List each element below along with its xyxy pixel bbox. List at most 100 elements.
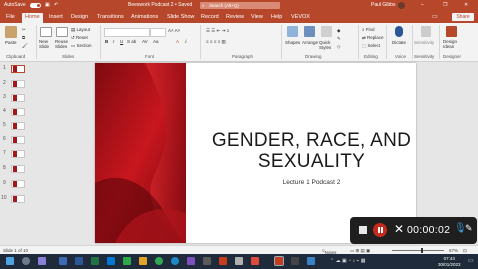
arrange-button[interactable]: Arrange bbox=[302, 40, 318, 45]
layout-button[interactable]: ▤ Layout bbox=[71, 27, 90, 33]
notes-button[interactable]: ≡ Notes bbox=[322, 248, 336, 255]
font-size-field[interactable] bbox=[150, 28, 166, 37]
onenote-icon[interactable] bbox=[187, 257, 195, 265]
find-button[interactable]: ⌕ Find bbox=[362, 27, 375, 32]
tab-animations[interactable]: Animations bbox=[131, 14, 158, 20]
chrome-icon[interactable] bbox=[155, 257, 163, 265]
shapes-button[interactable]: Shapes bbox=[285, 40, 300, 45]
slide-thumbnail[interactable] bbox=[11, 94, 25, 102]
slide-thumbnail[interactable] bbox=[11, 122, 25, 130]
slide-thumbnail[interactable] bbox=[11, 65, 25, 73]
clock[interactable]: 07:43 30/01/2023 bbox=[438, 256, 461, 267]
paste-button[interactable]: Paste bbox=[5, 40, 17, 45]
slide-thumbnail[interactable] bbox=[11, 150, 25, 158]
font-color-icon[interactable]: A bbox=[176, 39, 179, 44]
tab-vevox[interactable]: VEVOX bbox=[291, 14, 310, 20]
shapes-icon[interactable] bbox=[287, 26, 298, 37]
teams-icon[interactable] bbox=[59, 257, 67, 265]
dictate-button[interactable]: Dictate bbox=[392, 40, 406, 45]
powerpoint-icon[interactable] bbox=[219, 257, 227, 265]
share-button[interactable]: Share bbox=[452, 13, 474, 21]
slide-thumbnail[interactable] bbox=[11, 108, 25, 116]
close-icon[interactable]: ✕ bbox=[394, 222, 404, 236]
tab-design[interactable]: Design bbox=[71, 14, 88, 20]
word-icon[interactable] bbox=[75, 257, 83, 265]
quick-styles-icon[interactable] bbox=[321, 26, 332, 37]
start-icon[interactable] bbox=[6, 257, 14, 265]
avatar[interactable] bbox=[398, 2, 405, 9]
tab-insert[interactable]: Insert bbox=[49, 14, 63, 20]
select-button[interactable]: ⬚ Select bbox=[362, 43, 380, 49]
pause-icon[interactable] bbox=[373, 223, 387, 237]
format-painter-icon[interactable]: 🖌 bbox=[22, 43, 28, 49]
app-icon[interactable] bbox=[251, 257, 259, 265]
strikethrough-button[interactable]: S ab bbox=[127, 39, 136, 44]
cut-icon[interactable]: ✂ bbox=[22, 27, 26, 33]
align-icons[interactable]: ≡ ≡ ≡ ≡ ▥ bbox=[206, 39, 226, 45]
autosave-toggle[interactable] bbox=[30, 3, 41, 8]
slide-thumbnail[interactable] bbox=[11, 180, 25, 188]
pen-icon[interactable]: ✎ bbox=[465, 223, 473, 234]
new-slide-icon[interactable] bbox=[40, 27, 52, 37]
sensitivity-icon[interactable] bbox=[421, 26, 431, 37]
new-slide-button[interactable]: New Slide bbox=[39, 39, 53, 49]
section-button[interactable]: ▭ Section bbox=[71, 43, 92, 49]
app-icon[interactable] bbox=[123, 257, 131, 265]
slide-canvas[interactable]: GENDER, RACE, AND SEXUALITY Lecture 1 Po… bbox=[95, 63, 416, 243]
shape-effects-icon[interactable]: ◇ bbox=[337, 44, 340, 50]
file-explorer-icon[interactable] bbox=[139, 257, 147, 265]
slide-thumbnail[interactable] bbox=[11, 136, 25, 144]
slide-thumbnail[interactable] bbox=[11, 165, 25, 173]
edge-icon[interactable] bbox=[171, 257, 179, 265]
underline-button[interactable]: U bbox=[120, 39, 123, 44]
outlook-icon[interactable] bbox=[107, 257, 115, 265]
excel-icon[interactable] bbox=[91, 257, 99, 265]
copy-icon[interactable]: ⧉ bbox=[22, 35, 25, 40]
reuse-slides-icon[interactable] bbox=[56, 27, 68, 37]
slide-thumbnail[interactable] bbox=[11, 80, 25, 88]
reset-button[interactable]: ↺ Reset bbox=[71, 35, 88, 41]
slide-title[interactable]: GENDER, RACE, AND SEXUALITY bbox=[207, 130, 416, 172]
comments-icon[interactable]: ▭ bbox=[432, 13, 438, 20]
tab-home[interactable]: Home bbox=[22, 13, 43, 23]
paste-icon[interactable] bbox=[5, 26, 17, 38]
tab-slide-show[interactable]: Slide Show bbox=[167, 14, 195, 20]
zoom-level[interactable]: 67% bbox=[449, 248, 458, 253]
save-icon[interactable]: ▣ bbox=[45, 2, 50, 8]
powerpoint-active-icon[interactable] bbox=[274, 256, 284, 266]
minimize-icon[interactable]: – bbox=[421, 2, 424, 8]
app-icon[interactable] bbox=[203, 257, 211, 265]
app-icon[interactable] bbox=[307, 257, 315, 265]
italic-button[interactable]: I bbox=[113, 39, 114, 44]
sensitivity-button[interactable]: Sensitivity bbox=[414, 40, 434, 45]
reuse-slides-button[interactable]: Reuse Slides bbox=[55, 39, 69, 49]
zoom-slider[interactable] bbox=[392, 250, 444, 251]
zoom-slider-thumb[interactable] bbox=[421, 248, 423, 253]
tab-help[interactable]: Help bbox=[271, 14, 282, 20]
search-icon[interactable] bbox=[22, 257, 30, 265]
grow-font-icon[interactable]: A˄ A˅ bbox=[168, 28, 180, 33]
slide-subtitle[interactable]: Lecture 1 Podcast 2 bbox=[207, 179, 416, 186]
shape-outline-icon[interactable]: ✎ bbox=[337, 36, 341, 42]
user-name[interactable]: Paul Gibbs bbox=[371, 2, 395, 8]
quick-styles-button[interactable]: Quick Styles bbox=[319, 40, 335, 50]
design-ideas-icon[interactable] bbox=[446, 26, 457, 37]
arrange-icon[interactable] bbox=[304, 26, 315, 37]
tab-file[interactable]: File bbox=[6, 14, 15, 20]
close-icon[interactable]: ✕ bbox=[464, 2, 468, 8]
replace-button[interactable]: ⇄ Replace bbox=[362, 35, 384, 41]
bullets-icon[interactable]: ☰ ☰ ⇤ ⇥ ≡ bbox=[206, 28, 229, 34]
restore-icon[interactable]: ❐ bbox=[443, 2, 447, 8]
search-box[interactable]: ⌕ Search (Alt+Q) bbox=[200, 2, 280, 9]
app-icon[interactable] bbox=[235, 257, 243, 265]
app-icon[interactable] bbox=[291, 257, 299, 265]
design-ideas-button[interactable]: Design Ideas bbox=[443, 39, 459, 49]
undo-icon[interactable]: ↶ bbox=[54, 2, 58, 8]
slide-thumbnail[interactable] bbox=[11, 195, 25, 203]
microphone-icon[interactable] bbox=[395, 26, 403, 37]
change-case-icon[interactable]: Aa bbox=[153, 39, 159, 44]
task-view-icon[interactable] bbox=[38, 257, 46, 265]
tab-view[interactable]: View bbox=[251, 14, 263, 20]
char-spacing-icon[interactable]: AV bbox=[142, 39, 148, 44]
system-tray-icons[interactable]: ⌃ ☁ ▣ ◔ ♪ ⌁ ▦ bbox=[330, 258, 366, 264]
